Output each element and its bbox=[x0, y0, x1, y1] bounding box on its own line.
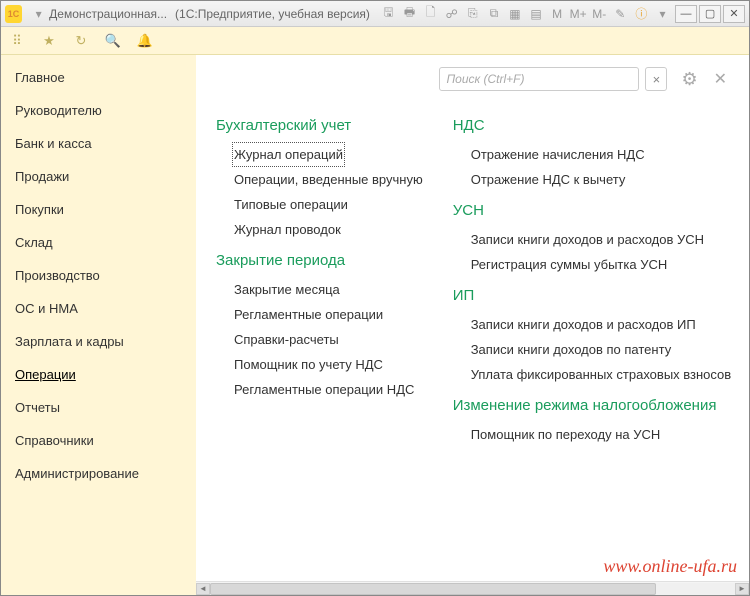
sidebar-item-9[interactable]: Операции bbox=[1, 358, 196, 391]
section-item[interactable]: Журнал проводок bbox=[216, 217, 423, 242]
watermark: www.online-ufa.ru bbox=[603, 556, 737, 577]
sidebar-item-12[interactable]: Администрирование bbox=[1, 457, 196, 490]
sidebar-item-2[interactable]: Банк и касса bbox=[1, 127, 196, 160]
section-title[interactable]: УСН bbox=[453, 202, 731, 219]
m-plus-button[interactable]: M+ bbox=[570, 5, 587, 23]
body: ГлавноеРуководителюБанк и кассаПродажиПо… bbox=[1, 55, 749, 595]
section-item[interactable]: Записи книги доходов и расходов ИП bbox=[453, 312, 731, 337]
close-button[interactable]: ✕ bbox=[723, 5, 745, 23]
section-item[interactable]: Уплата фиксированных страховых взносов bbox=[453, 362, 731, 387]
gear-icon[interactable]: ⚙ bbox=[681, 69, 697, 90]
dropdown-icon[interactable]: ▾ bbox=[30, 5, 47, 23]
sidebar-item-10[interactable]: Отчеты bbox=[1, 391, 196, 424]
section-item[interactable]: Справки-расчеты bbox=[216, 327, 423, 352]
sidebar-item-11[interactable]: Справочники bbox=[1, 424, 196, 457]
section-item[interactable]: Журнал операций bbox=[232, 142, 345, 167]
panel-close-icon[interactable]: ✕ bbox=[714, 69, 727, 89]
sidebar-item-6[interactable]: Производство bbox=[1, 259, 196, 292]
app-window: 1C ▾ Демонстрационная... (1С:Предприятие… bbox=[0, 0, 750, 596]
chevron-down-icon[interactable]: ▾ bbox=[654, 5, 671, 23]
scroll-left-button[interactable]: ◄ bbox=[196, 583, 210, 595]
section-item[interactable]: Записи книги доходов по патенту bbox=[453, 337, 731, 362]
titlebar: 1C ▾ Демонстрационная... (1С:Предприятие… bbox=[1, 1, 749, 27]
section-title[interactable]: НДС bbox=[453, 117, 731, 134]
section-title[interactable]: Закрытие периода bbox=[216, 252, 423, 269]
apps-icon[interactable]: ⠿ bbox=[9, 33, 25, 49]
info-icon[interactable]: ⓘ bbox=[633, 5, 650, 23]
h-scrollbar[interactable]: ◄ ► bbox=[196, 581, 749, 595]
scroll-track[interactable] bbox=[210, 583, 735, 595]
section-item[interactable]: Типовые операции bbox=[216, 192, 423, 217]
sidebar-item-5[interactable]: Склад bbox=[1, 226, 196, 259]
search-input[interactable]: Поиск (Ctrl+F) bbox=[439, 67, 639, 91]
bell-icon[interactable]: 🔔 bbox=[137, 33, 153, 49]
search-clear-button[interactable]: × bbox=[645, 67, 667, 91]
section-item[interactable]: Помощник по учету НДС bbox=[216, 352, 423, 377]
section-item[interactable]: Операции, введенные вручную bbox=[216, 167, 423, 192]
star-icon[interactable]: ★ bbox=[41, 33, 57, 49]
sidebar: ГлавноеРуководителюБанк и кассаПродажиПо… bbox=[1, 55, 196, 595]
maximize-button[interactable]: ▢ bbox=[699, 5, 721, 23]
m-minus-button[interactable]: M- bbox=[591, 5, 608, 23]
section-item[interactable]: Отражение начисления НДС bbox=[453, 142, 731, 167]
calc-icon[interactable]: ▦ bbox=[506, 5, 523, 23]
section-title[interactable]: Бухгалтерский учет bbox=[216, 117, 423, 134]
compare-icon[interactable]: ⧉ bbox=[485, 5, 502, 23]
toolbar: ⠿ ★ ↻ 🔍 🔔 bbox=[1, 27, 749, 55]
print-icon[interactable]: 🖶 bbox=[401, 5, 418, 23]
section-item[interactable]: Регламентные операции bbox=[216, 302, 423, 327]
section-item[interactable]: Регламентные операции НДС bbox=[216, 377, 423, 402]
column-left: Бухгалтерский учет Журнал операцийОпераци… bbox=[216, 107, 423, 581]
section-item[interactable]: Закрытие месяца bbox=[216, 277, 423, 302]
sidebar-item-1[interactable]: Руководителю bbox=[1, 94, 196, 127]
sidebar-item-8[interactable]: Зарплата и кадры bbox=[1, 325, 196, 358]
sidebar-item-4[interactable]: Покупки bbox=[1, 193, 196, 226]
section-title[interactable]: ИП bbox=[453, 287, 731, 304]
sidebar-item-3[interactable]: Продажи bbox=[1, 160, 196, 193]
search-placeholder: Поиск (Ctrl+F) bbox=[446, 72, 524, 86]
copy-icon[interactable]: ⎘ bbox=[464, 5, 481, 23]
search-row: Поиск (Ctrl+F) × ⚙ ✕ bbox=[196, 55, 749, 99]
clip-icon[interactable]: ✎ bbox=[612, 5, 629, 23]
save-icon[interactable]: 🖫 bbox=[380, 5, 397, 23]
content: Бухгалтерский учет Журнал операцийОпераци… bbox=[196, 99, 749, 581]
scroll-right-button[interactable]: ► bbox=[735, 583, 749, 595]
section-item[interactable]: Регистрация суммы убытка УСН bbox=[453, 252, 731, 277]
search-icon[interactable]: 🔍 bbox=[105, 33, 121, 49]
section-title[interactable]: Изменение режима налогообложения bbox=[453, 397, 731, 414]
m-button[interactable]: M bbox=[549, 5, 566, 23]
calendar-icon[interactable]: ▤ bbox=[527, 5, 544, 23]
section-item[interactable]: Помощник по переходу на УСН bbox=[453, 422, 731, 447]
history-icon[interactable]: ↻ bbox=[73, 33, 89, 49]
section-item[interactable]: Записи книги доходов и расходов УСН bbox=[453, 227, 731, 252]
preview-icon[interactable]: 🗋 bbox=[422, 5, 439, 23]
main-panel: Поиск (Ctrl+F) × ⚙ ✕ Бухгалтерский учет Ж… bbox=[196, 55, 749, 595]
window-title-2: (1С:Предприятие, учебная версия) bbox=[175, 7, 370, 21]
minimize-button[interactable]: — bbox=[675, 5, 697, 23]
column-right: НДС Отражение начисления НДСОтражение НДС… bbox=[453, 107, 731, 581]
section-item[interactable]: Отражение НДС к вычету bbox=[453, 167, 731, 192]
sidebar-item-7[interactable]: ОС и НМА bbox=[1, 292, 196, 325]
link-icon[interactable]: ☍ bbox=[443, 5, 460, 23]
app-logo: 1C bbox=[5, 5, 22, 23]
window-title-1: Демонстрационная... bbox=[49, 7, 167, 21]
sidebar-item-0[interactable]: Главное bbox=[1, 61, 196, 94]
scroll-thumb[interactable] bbox=[210, 583, 656, 595]
